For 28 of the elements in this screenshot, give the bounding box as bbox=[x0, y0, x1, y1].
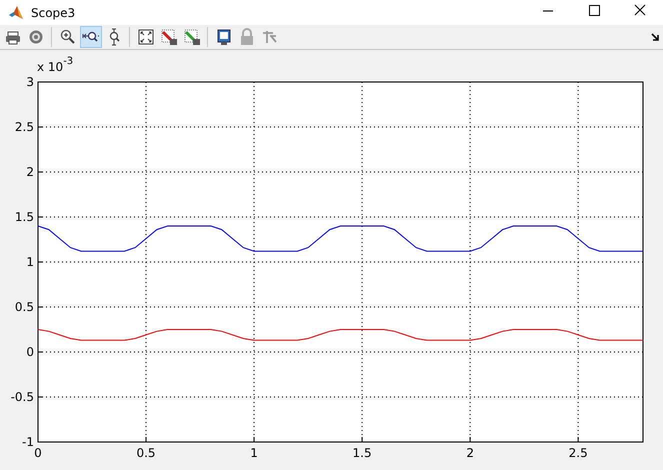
y-tick-label: 1.5 bbox=[14, 210, 34, 224]
y-tick-label: -0.5 bbox=[10, 390, 34, 404]
lock-icon bbox=[238, 28, 256, 46]
y-tick-label: 3 bbox=[26, 75, 34, 89]
floating-icon bbox=[215, 28, 233, 46]
y-tick-label: 0.5 bbox=[14, 300, 34, 314]
x-tick-label: 1 bbox=[250, 446, 258, 460]
y-tick-label: 2 bbox=[26, 165, 34, 179]
axis-multiplier-label: x 10$^{-3}$ bbox=[37, 56, 74, 74]
y-tick-label: 2.5 bbox=[14, 120, 34, 134]
window-title: Scope3 bbox=[31, 6, 76, 20]
x-tick-label: 0.5 bbox=[136, 446, 156, 460]
y-tick-label: 1 bbox=[26, 255, 34, 269]
y-tick-label: 0 bbox=[26, 345, 34, 359]
x-tick-label: 2.5 bbox=[568, 446, 588, 460]
x-tick-label: 0 bbox=[34, 446, 42, 460]
autoscale-icon bbox=[137, 28, 155, 46]
x-tick-label: 1.5 bbox=[352, 446, 372, 460]
settings-icon bbox=[27, 28, 45, 46]
y-tick-label: -1 bbox=[22, 435, 34, 449]
signal-select-icon bbox=[261, 28, 279, 46]
restore-axes-icon bbox=[183, 28, 201, 46]
dock-arrow-icon[interactable] bbox=[650, 32, 660, 42]
zoom-icon bbox=[59, 28, 77, 46]
app-logo-icon bbox=[8, 4, 24, 20]
save-axes-icon bbox=[160, 28, 178, 46]
zoom-x-tool-button[interactable] bbox=[80, 26, 102, 48]
x-tick-label: 2 bbox=[466, 446, 474, 460]
